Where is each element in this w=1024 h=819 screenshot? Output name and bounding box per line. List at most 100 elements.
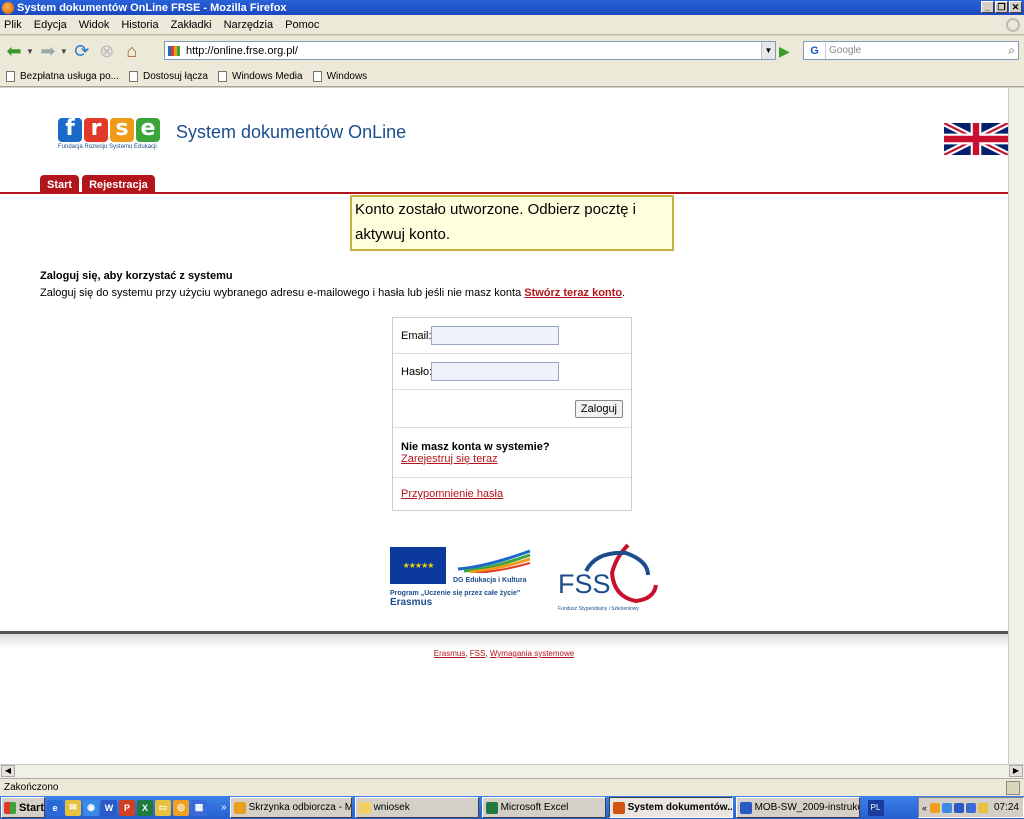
eu-erasmus-text: Erasmus [390, 597, 433, 608]
home-icon[interactable]: ⌂ [121, 40, 143, 62]
menu-file[interactable]: Plik [4, 19, 22, 31]
tray-expand-icon[interactable]: « [922, 803, 927, 813]
url-text[interactable]: http://online.frse.org.pl/ [186, 45, 298, 57]
menu-history[interactable]: Historia [121, 19, 158, 31]
bookmark-item[interactable]: Dostosuj łącza [128, 70, 208, 82]
outlook-icon [233, 801, 246, 814]
login-button[interactable]: Zaloguj [574, 399, 623, 418]
tab-registration[interactable]: Rejestracja [82, 175, 155, 193]
status-addon-icon[interactable] [1006, 781, 1020, 795]
logo-subtitle: Fundacja Rozwoju Systemu Edukacji [58, 144, 157, 150]
menu-edit[interactable]: Edycja [34, 19, 67, 31]
quicklaunch-app-icon[interactable]: ◎ [173, 799, 189, 816]
page-icon [312, 70, 322, 82]
url-bar[interactable]: http://online.frse.org.pl/ ▼ [164, 41, 776, 60]
create-account-link[interactable]: Stwórz teraz konto [524, 287, 622, 299]
password-field[interactable] [431, 362, 559, 381]
email-row: Email: [393, 318, 631, 354]
go-icon[interactable]: ▶ [779, 43, 790, 60]
throbber-icon [1006, 18, 1020, 32]
tray-network-icon[interactable] [954, 802, 965, 813]
fss-text: FSS [558, 569, 611, 599]
footer-link-requirements[interactable]: Wymagania systemowe [490, 649, 574, 658]
quicklaunch-word-icon[interactable]: W [101, 799, 117, 816]
taskbar-item[interactable]: Microsoft Excel [481, 797, 606, 818]
taskbar-item[interactable]: wniosek [354, 797, 479, 818]
window-titlebar: System dokumentów OnLine FRSE - Mozilla … [0, 0, 1024, 15]
no-account-text: Nie masz konta w systemie? [401, 440, 550, 453]
word-icon [739, 801, 752, 814]
menu-tools[interactable]: Narzędzia [224, 19, 274, 31]
firefox-icon [612, 801, 625, 814]
menu-view[interactable]: Widok [79, 19, 110, 31]
taskbar-item[interactable]: Skrzynka odbiorcza - Mic... [229, 797, 352, 818]
navigation-toolbar: ⬅ ▼ ➡ ▼ ⟳ ⊗ ⌂ http://online.frse.org.pl/… [0, 36, 1024, 66]
stop-icon[interactable]: ⊗ [96, 40, 118, 62]
search-bar[interactable]: G Google ⌕ [803, 41, 1019, 60]
scroll-right-icon[interactable]: ▶ [1009, 765, 1023, 777]
english-language-flag-icon[interactable] [944, 123, 1008, 155]
back-history-dropdown-icon[interactable]: ▼ [26, 47, 34, 56]
firefox-icon [2, 1, 14, 14]
register-now-link[interactable]: Zarejestruj się teraz [401, 453, 498, 465]
login-description: Zaloguj się do systemu przy użyciu wybra… [40, 287, 626, 299]
back-icon[interactable]: ⬅ [3, 40, 25, 62]
language-indicator[interactable]: PL [867, 799, 884, 816]
tray-search-icon[interactable] [942, 802, 953, 813]
menu-bookmarks[interactable]: Zakładki [171, 19, 212, 31]
start-button[interactable]: Start [1, 797, 45, 818]
reload-icon[interactable]: ⟳ [71, 40, 93, 62]
tray-app-icon[interactable] [930, 802, 941, 813]
menu-help[interactable]: Pomoc [285, 19, 319, 31]
restore-button[interactable]: ❐ [995, 1, 1008, 13]
page-icon [218, 70, 227, 82]
footer-links: Erasmus, FSS, Wymagania systemowe [433, 649, 575, 658]
login-form: Email: Hasło: Zaloguj Nie masz konta w s… [392, 317, 632, 511]
quicklaunch-folder-icon[interactable]: ▭ [155, 799, 171, 816]
header-divider [0, 192, 1008, 194]
bookmarks-toolbar: Bezpłatna usługa po... Dostosuj łącza Wi… [0, 66, 1024, 87]
password-reminder-link[interactable]: Przypomnienie hasła [401, 488, 503, 500]
quicklaunch-outlook-icon[interactable]: ✉ [65, 799, 81, 816]
no-account-row: Nie masz konta w systemie? Zarejestruj s… [393, 428, 631, 478]
quicklaunch-excel-icon[interactable]: X [137, 799, 153, 816]
folder-icon [358, 801, 371, 814]
main-tabs: Start Rejestracja [40, 175, 155, 193]
footer-link-fss[interactable]: FSS [470, 649, 486, 658]
quicklaunch-more-icon[interactable]: » [221, 802, 227, 813]
tray-security-icon[interactable] [978, 802, 989, 813]
password-label: Hasło: [401, 365, 433, 378]
quicklaunch-powerpoint-icon[interactable]: P [119, 799, 135, 816]
eu-flag-icon: ★★★★★ [390, 547, 446, 584]
footer-link-erasmus[interactable]: Erasmus [434, 649, 466, 658]
scroll-left-icon[interactable]: ◀ [1, 765, 15, 777]
forward-history-dropdown-icon[interactable]: ▼ [60, 47, 68, 56]
bookmark-item[interactable]: Windows Media [218, 70, 303, 82]
url-dropdown-icon[interactable]: ▼ [761, 42, 775, 59]
email-field[interactable] [431, 326, 559, 345]
taskbar-item-active[interactable]: System dokumentów... [608, 797, 733, 818]
search-placeholder[interactable]: Google [829, 45, 861, 56]
close-button[interactable]: ✕ [1009, 1, 1022, 13]
excel-icon [485, 801, 498, 814]
quicklaunch-desktop-icon[interactable]: ▦ [191, 799, 207, 816]
logo-letter: s [110, 118, 134, 142]
tray-monitor-icon[interactable] [966, 802, 977, 813]
logo-letter: f [58, 118, 82, 142]
frse-logo[interactable]: frse Fundacja Rozwoju Systemu Edukacji [58, 118, 160, 150]
minimize-button[interactable]: _ [981, 1, 994, 13]
taskbar-item[interactable]: MOB-SW_2009-instrukcj... [735, 797, 860, 818]
bookmark-item[interactable]: Windows [312, 70, 367, 82]
search-icon[interactable]: ⌕ [1008, 43, 1015, 58]
quicklaunch-browser-icon[interactable]: ◉ [83, 799, 99, 816]
login-button-row: Zaloguj [393, 390, 631, 428]
search-engine-icon[interactable]: G [804, 42, 826, 59]
bookmark-item[interactable]: Bezpłatna usługa po... [6, 70, 119, 82]
forward-icon[interactable]: ➡ [37, 40, 59, 62]
password-row: Hasło: [393, 354, 631, 390]
horizontal-scrollbar[interactable]: ◀ ▶ [0, 764, 1024, 778]
quicklaunch-ie-icon[interactable]: e [47, 799, 63, 816]
tab-start[interactable]: Start [40, 175, 80, 193]
vertical-scrollbar[interactable] [1008, 88, 1024, 764]
footer-shade [0, 634, 1008, 648]
